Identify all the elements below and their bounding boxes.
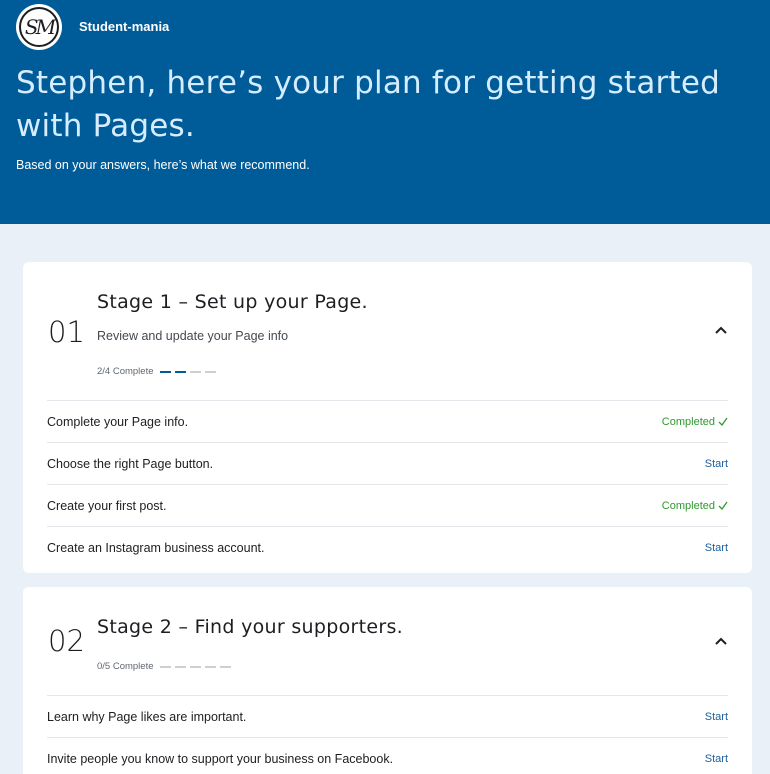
stage-progress: 2/4 Complete — [97, 366, 220, 377]
start-button[interactable]: Start — [705, 711, 728, 723]
progress-dash — [159, 370, 171, 373]
task-label: Invite people you know to support your b… — [47, 751, 394, 766]
progress-dash — [174, 665, 186, 668]
stage-title: Stage 2 – Find your supporters. — [97, 616, 404, 638]
progress-dash — [204, 370, 216, 373]
progress-dash — [219, 665, 231, 668]
task-row: Choose the right Page button. Start — [47, 442, 728, 484]
stage-number: 02 — [48, 624, 85, 658]
task-row: Create your first post. Completed — [47, 484, 728, 526]
progress-dash — [204, 665, 216, 668]
page-avatar[interactable]: SM — [16, 4, 62, 50]
task-label: Complete your Page info. — [47, 414, 189, 429]
task-label: Learn why Page likes are important. — [47, 709, 247, 724]
task-row: Complete your Page info. Completed — [47, 400, 728, 442]
progress-text: 2/4 Complete — [97, 366, 154, 377]
chevron-up-icon[interactable] — [714, 323, 728, 337]
progress-dash — [189, 665, 201, 668]
task-list: Complete your Page info. Completed Choos… — [47, 400, 728, 568]
check-icon — [718, 417, 728, 426]
chevron-up-icon[interactable] — [714, 634, 728, 648]
task-row: Learn why Page likes are important. Star… — [47, 695, 728, 737]
start-button[interactable]: Start — [705, 753, 728, 765]
logo-monogram: SM — [19, 7, 59, 47]
task-label: Create an Instagram business account. — [47, 540, 265, 555]
stage-card-1: 01 Stage 1 – Set up your Page. Review an… — [23, 262, 752, 573]
completed-status: Completed — [662, 500, 728, 512]
task-label: Create your first post. — [47, 498, 167, 513]
page-title: Stephen, here’s your plan for getting st… — [16, 65, 721, 144]
page-name[interactable]: Student-mania — [79, 19, 169, 34]
progress-text: 0/5 Complete — [97, 661, 154, 672]
task-label: Choose the right Page button. — [47, 456, 214, 471]
task-list: Learn why Page likes are important. Star… — [47, 695, 728, 774]
page-subtitle: Based on your answers, here’s what we re… — [16, 158, 310, 172]
stage-number: 01 — [48, 315, 85, 349]
stage-card-2: 02 Stage 2 – Find your supporters. 0/5 C… — [23, 587, 752, 774]
stage-description: Review and update your Page info — [97, 329, 289, 343]
start-button[interactable]: Start — [705, 542, 728, 554]
task-row: Create an Instagram business account. St… — [47, 526, 728, 568]
check-icon — [718, 501, 728, 510]
completed-label: Completed — [661, 415, 715, 428]
start-button[interactable]: Start — [705, 458, 728, 470]
progress-dash — [174, 370, 186, 373]
progress-dash — [189, 370, 201, 373]
stage-title: Stage 1 – Set up your Page. — [97, 291, 368, 313]
completed-status: Completed — [662, 416, 728, 428]
task-row: Invite people you know to support your b… — [47, 737, 728, 774]
completed-label: Completed — [661, 499, 715, 512]
stage-progress: 0/5 Complete — [97, 661, 235, 672]
header-banner: SM Student-mania Stephen, here’s your pl… — [0, 0, 770, 224]
progress-dash — [159, 665, 171, 668]
